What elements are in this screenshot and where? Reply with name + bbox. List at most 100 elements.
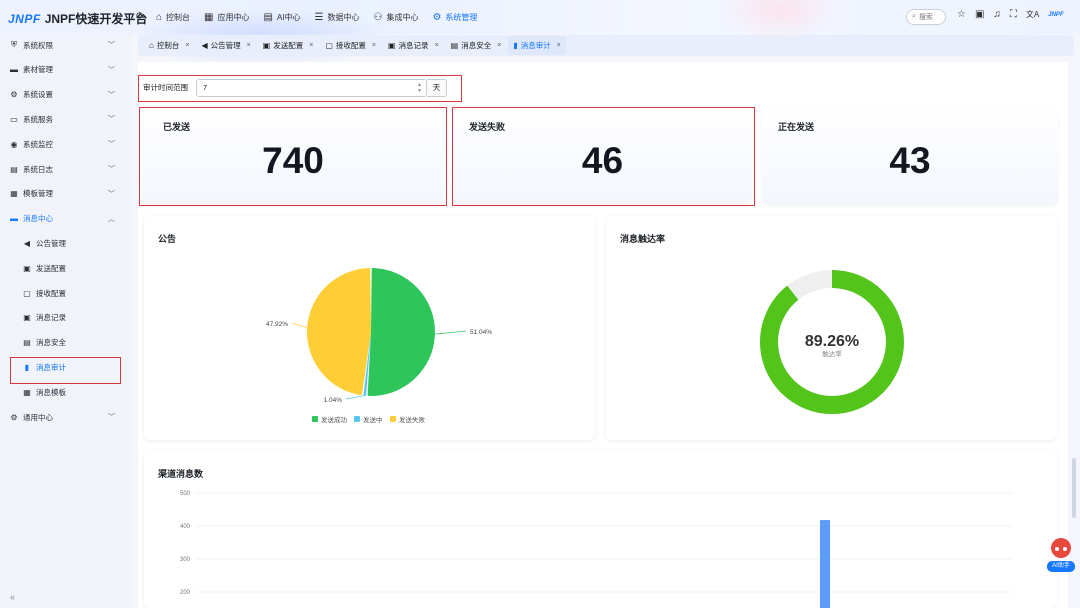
collapse-sidebar-icon[interactable]: «	[10, 592, 15, 602]
sidebar-item-label: 模板管理	[23, 189, 53, 199]
sidebar-item-1[interactable]: ▬ 素材管理 ﹀	[0, 59, 131, 81]
gear-icon: ⚙	[432, 11, 442, 23]
tab-3[interactable]: ▢ 接收配置 ×	[320, 36, 381, 55]
topnav-label: 集成中心	[386, 12, 419, 22]
record-icon: ▣	[388, 41, 396, 50]
scrollbar-thumb[interactable]	[1072, 458, 1076, 518]
reach-panel: 消息触达率 89.26% 触达率	[606, 216, 1057, 440]
tab-0[interactable]: ⌂ 控制台 ×	[144, 36, 194, 55]
sidebar-subitem-label: 消息模板	[36, 387, 66, 397]
sidebar-subitem-6[interactable]: ▦ 消息模板	[0, 381, 131, 403]
close-icon[interactable]: ×	[247, 42, 251, 49]
sidebar-item-7[interactable]: ▬ 消息中心 ︿	[0, 208, 131, 230]
sidebar-subitem-1[interactable]: ▣ 发送配置	[0, 257, 131, 279]
chevron-down-icon: ﹀	[108, 141, 115, 149]
tab-label: 消息审计	[520, 41, 551, 50]
close-icon[interactable]: ×	[497, 42, 501, 49]
topnav-item-3[interactable]: ☰ 数据中心	[315, 0, 360, 34]
topnav-label: 控制台	[166, 12, 191, 22]
folder-icon: ▬	[10, 65, 18, 75]
tab-6[interactable]: ▮ 消息审计 ×	[508, 36, 566, 55]
sidebar-item-0[interactable]: ⛨ 系统权限 ﹀	[0, 34, 131, 56]
chevron-down-icon: ﹀	[108, 414, 115, 421]
refresh-icon[interactable]: ⟳	[136, 11, 144, 22]
sidebar-subitem-0[interactable]: ◀ 公告管理	[0, 232, 131, 254]
legend-label: 发送失败	[399, 415, 426, 424]
send-config-icon: ▣	[262, 41, 271, 50]
sidebar-item-common[interactable]: ⚙ 通用中心 ﹀	[0, 406, 131, 428]
pie-label-line	[291, 322, 308, 329]
y-tick-label: 400	[180, 524, 191, 530]
fullscreen-icon[interactable]: ⛶	[1010, 9, 1017, 20]
home-icon: ⌂	[156, 11, 163, 23]
sidebar-subitem-label: 公告管理	[36, 238, 66, 248]
translate-icon[interactable]: 文A	[1026, 9, 1039, 20]
server-icon: ▭	[10, 114, 18, 124]
tab-label: 发送配置	[273, 41, 304, 50]
channel-bar-chart: 200 300 400 500	[180, 491, 1012, 608]
decor-blob	[720, 0, 840, 40]
chevron-up-icon: ︿	[108, 215, 115, 223]
legend-swatch	[354, 416, 360, 422]
common-icon: ⚙	[10, 412, 18, 422]
topnav-item-5[interactable]: ⚙ 系统管理	[432, 0, 477, 34]
close-icon[interactable]: ×	[309, 42, 313, 49]
sidebar-item-3[interactable]: ▭ 系统服务 ﹀	[0, 108, 131, 130]
ai-helper-button[interactable]: AI助手	[1046, 536, 1076, 576]
topnav-label: 数据中心	[327, 12, 360, 22]
sidebar-item-4[interactable]: ◉ 系统监控 ﹀	[0, 133, 131, 155]
highlight-box	[138, 75, 462, 102]
sidebar-subitem-label: 消息安全	[36, 338, 66, 348]
pie-data-label: 1.04%	[324, 397, 343, 404]
topnav-item-4[interactable]: ⚇ 集成中心	[373, 0, 418, 34]
pie-slice-0[interactable]	[367, 268, 435, 396]
bar-18[interactable]	[820, 520, 830, 608]
close-icon[interactable]: ×	[557, 42, 561, 49]
close-icon[interactable]: ×	[435, 42, 439, 49]
tab-1[interactable]: ◀ 公告管理 ×	[196, 36, 255, 55]
sidebar-item-6[interactable]: ▦ 模板管理 ﹀	[0, 183, 131, 205]
sidebar-item-label: 消息中心	[23, 214, 53, 224]
sidebar-item-2[interactable]: ⚙ 系统设置 ﹀	[0, 84, 131, 106]
topnav-item-0[interactable]: ⌂ 控制台	[156, 0, 190, 34]
pie-label-line	[434, 330, 467, 335]
tab-bar: ⌂ 控制台 × ◀ 公告管理 × ▣ 发送配置 × ▢ 接收配置 × ▣ 消息记录 × ▤ 消息安全 × ▮ 消息审计…	[138, 35, 1074, 56]
search-icon: ⌕	[912, 13, 916, 20]
shield-icon: ⛨	[11, 40, 17, 49]
document-icon[interactable]: ▣	[975, 9, 984, 20]
search-box[interactable]: ⌕ 搜索	[906, 9, 946, 25]
close-icon[interactable]: ×	[372, 42, 376, 49]
legend-label: 发送成功	[321, 415, 348, 424]
sidebar-item-5[interactable]: ▤ 系统日志 ﹀	[0, 158, 131, 180]
star-icon[interactable]: ☆	[957, 9, 966, 20]
sidebar-subitem-label: 发送配置	[36, 263, 66, 273]
top-bar: JNPF JNPF快速开发平台 ⟳ ⌂ 控制台 ▦ 应用中心 ▤ AI中心 ☰ 数据中心 ⚇ 集成…	[0, 0, 1080, 68]
template-icon: ▦	[10, 189, 18, 199]
topnav-item-2[interactable]: ▤ AI中心	[264, 0, 301, 34]
megaphone-icon: ◀	[201, 41, 208, 50]
pie-slice-2[interactable]	[307, 268, 371, 396]
topnav-item-1[interactable]: ▦ 应用中心	[204, 0, 249, 34]
bell-icon[interactable]: ♫	[993, 9, 1001, 20]
tab-2[interactable]: ▣ 发送配置 ×	[258, 36, 319, 55]
sidebar-subitem-3[interactable]: ▣ 消息记录	[0, 307, 131, 329]
y-tick-label: 200	[180, 590, 191, 596]
sidebar-subitem-2[interactable]: ▢ 接收配置	[0, 282, 131, 304]
logo-mark: JNPF	[8, 11, 41, 26]
header-tools: ☆ ▣ ♫ ⛶ 文A JNPF	[957, 9, 1064, 20]
apps-icon: ▦	[204, 11, 214, 23]
sidebar-subitem-4[interactable]: ▤ 消息安全	[0, 332, 131, 354]
app-logo[interactable]: JNPF JNPF快速开发平台	[8, 10, 147, 27]
sidebar-item-label: 通用中心	[23, 412, 53, 422]
stat-card-sending: 正在发送 43	[762, 110, 1058, 205]
sidebar-item-label: 系统设置	[23, 90, 53, 100]
tab-5[interactable]: ▤ 消息安全 ×	[446, 36, 507, 55]
pie-data-label: 47.92%	[266, 321, 288, 328]
close-icon[interactable]: ×	[185, 42, 189, 49]
channel-panel: 渠道消息数 200 300 400 500	[144, 451, 1057, 608]
user-brand-avatar[interactable]: JNPF	[1048, 12, 1063, 18]
tab-4[interactable]: ▣ 消息记录 ×	[383, 36, 444, 55]
app-title: JNPF快速开发平台	[44, 12, 148, 26]
notice-pie-chart: 51.04% 1.04% 47.92% 发送成功 发送中 发送失败	[266, 268, 492, 424]
sidebar-subitem-label: 消息记录	[36, 313, 66, 323]
